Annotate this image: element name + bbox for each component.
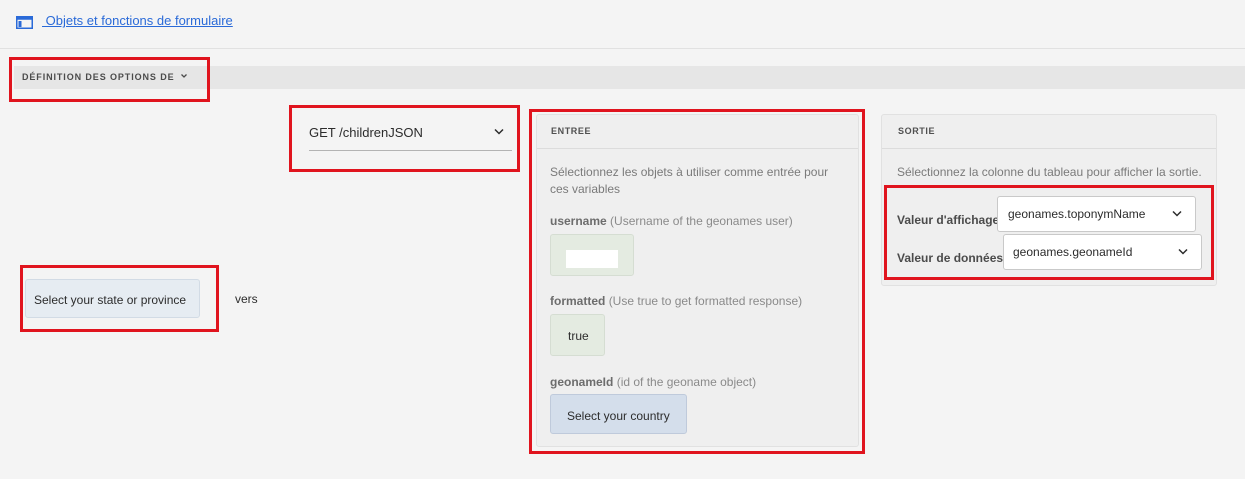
output-panel-title: SORTIE bbox=[898, 126, 936, 136]
highlight-box-output bbox=[884, 185, 1214, 280]
highlight-box-service bbox=[289, 105, 520, 172]
highlight-box-input bbox=[529, 109, 865, 454]
output-panel-divider bbox=[882, 148, 1216, 149]
form-objects-icon[interactable] bbox=[16, 16, 33, 29]
form-objects-link[interactable]: Objets et fonctions de formulaire bbox=[42, 13, 233, 28]
highlight-box-target bbox=[20, 265, 219, 332]
highlight-box-section bbox=[9, 57, 210, 102]
output-panel-help: Sélectionnez la colonne du tableau pour … bbox=[897, 165, 1202, 179]
connector-text: vers bbox=[235, 292, 258, 306]
